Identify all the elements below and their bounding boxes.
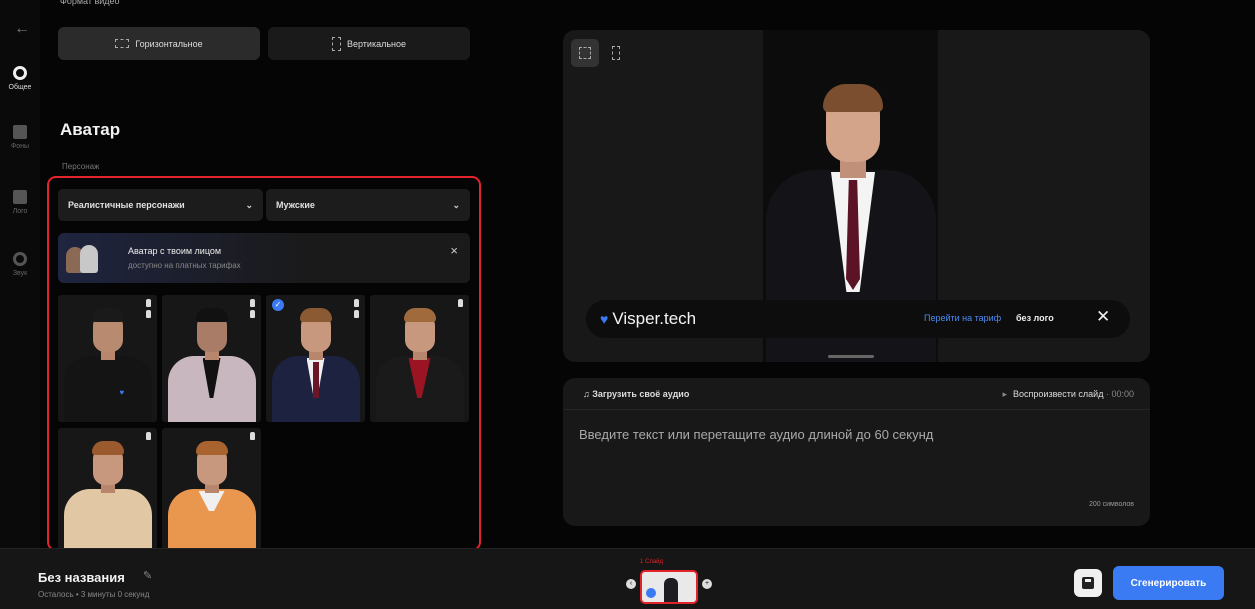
vertical-frame-icon	[331, 36, 341, 51]
play-icon: ▸	[1002, 389, 1008, 399]
slide-prev-icon[interactable]: ‹	[626, 579, 636, 589]
brand-logo: ♥ Visper.tech	[600, 309, 696, 329]
brand-logo-text: Visper.tech	[612, 309, 697, 328]
avatar-portrait	[374, 304, 466, 422]
custom-avatar-promo[interactable]: Аватар с твоим лицом доступно на платных…	[58, 233, 470, 283]
format-label: Формат видео	[60, 0, 120, 6]
avatar-portrait	[166, 304, 258, 422]
script-textarea[interactable]: Введите текст или перетащите аудио длино…	[579, 427, 933, 442]
gender-select[interactable]: Мужские ⌄	[266, 189, 470, 221]
avatar-card[interactable]: ♥	[58, 295, 157, 422]
rail-item-sound[interactable]: Звук	[0, 252, 40, 277]
slide-thumbnail[interactable]	[640, 570, 698, 604]
avatar-options-icon[interactable]	[146, 299, 151, 318]
character-label: Персонаж	[62, 162, 100, 171]
avatar-card[interactable]	[162, 428, 261, 555]
circle-dot-icon	[13, 66, 27, 80]
gender-value: Мужские	[276, 200, 315, 210]
avatar-card-selected[interactable]: ✓	[266, 295, 365, 422]
avatar-portrait	[270, 304, 362, 422]
avatar-card[interactable]	[58, 428, 157, 555]
script-toolbar: ♫ Загрузить своё аудио ▸ Воспроизвести сл…	[563, 378, 1150, 410]
vertical-format-label: Вертикальное	[346, 38, 407, 49]
chevron-down-icon: ⌄	[245, 199, 253, 210]
avatar-portrait	[62, 437, 154, 555]
promo-avatar-image	[66, 243, 100, 273]
rail-item-label: Общее	[8, 84, 32, 91]
add-slide-icon[interactable]: +	[702, 579, 712, 589]
bottom-bar: Без названия ✎ Осталось • 3 минуты 0 сек…	[0, 548, 1255, 609]
resize-handle[interactable]	[828, 355, 874, 358]
rail-item-general[interactable]: Общее	[0, 66, 40, 91]
chevron-down-icon: ⌄	[452, 199, 460, 210]
no-logo-text: без лого	[1016, 313, 1054, 323]
fullscreen-icon	[612, 46, 620, 60]
avatar-portrait	[166, 437, 258, 555]
play-slide-button[interactable]: ▸ Воспроизвести слайд · 00:00	[1003, 389, 1135, 400]
avatar-options-icon[interactable]	[250, 432, 255, 440]
music-note-icon: ♫	[583, 389, 593, 399]
character-counter: 200 символов	[1088, 501, 1134, 508]
rail-item-backgrounds[interactable]: Фоны	[0, 125, 40, 150]
character-type-value: Реалистичные персонажи	[68, 200, 185, 210]
avatar-options-icon[interactable]	[146, 432, 151, 440]
remaining-time: Осталось • 3 минуты 0 секунд	[38, 590, 150, 599]
rail-item-label: Звук	[12, 270, 28, 277]
slide-avatar-mini	[664, 578, 678, 602]
avatar-options-icon[interactable]	[458, 299, 463, 307]
avatar-options-icon[interactable]	[354, 299, 359, 318]
avatar-portrait: ♥	[62, 304, 154, 422]
image-icon	[13, 125, 27, 139]
save-button[interactable]	[1074, 569, 1102, 597]
selected-check-icon: ✓	[272, 299, 284, 311]
watermark-bar: ♥ Visper.tech Перейти на тариф без лого ✕	[586, 300, 1130, 338]
upload-audio-button[interactable]: ♫ Загрузить своё аудио	[583, 389, 689, 399]
avatar-options-icon[interactable]	[250, 299, 255, 318]
avatar-card[interactable]	[370, 295, 469, 422]
pencil-icon[interactable]: ✎	[143, 569, 152, 582]
fullscreen-button[interactable]	[609, 42, 623, 64]
horizontal-frame-icon	[115, 39, 130, 48]
promo-subtitle: доступно на платных тарифах	[128, 261, 241, 270]
layout-icon	[13, 190, 27, 204]
horizontal-format-button[interactable]: Горизонтальное	[58, 27, 260, 60]
rail-item-label: Фоны	[10, 143, 30, 150]
character-type-select[interactable]: Реалистичные персонажи ⌄	[58, 189, 263, 221]
rail-item-label: Лого	[12, 208, 28, 215]
horizontal-format-label: Горизонтальное	[135, 38, 203, 49]
go-to-tariff-link[interactable]: Перейти на тариф	[924, 313, 1001, 323]
upload-audio-label: Загрузить своё аудио	[592, 389, 690, 399]
slide-label: 1 Слайд	[640, 559, 664, 565]
slide-number-badge	[646, 588, 656, 598]
back-arrow-icon[interactable]: ←	[14, 20, 30, 38]
frame-icon	[579, 47, 591, 59]
play-slide-label: Воспроизвести слайд	[1013, 389, 1104, 399]
music-icon	[13, 252, 27, 266]
promo-close-icon[interactable]: ×	[450, 243, 458, 258]
avatar-card[interactable]	[162, 295, 261, 422]
avatar-section-title: Аватар	[60, 120, 121, 139]
vertical-format-button[interactable]: Вертикальное	[268, 27, 470, 60]
play-time: · 00:00	[1105, 389, 1134, 399]
promo-title: Аватар с твоим лицом	[128, 246, 222, 256]
close-icon[interactable]: ✕	[1096, 307, 1110, 327]
script-panel: ♫ Загрузить своё аудио ▸ Воспроизвести сл…	[563, 378, 1150, 526]
generate-button[interactable]: Сгенерировать	[1113, 566, 1224, 600]
project-title[interactable]: Без названия	[38, 570, 125, 585]
rail-item-logo[interactable]: Лого	[0, 190, 40, 215]
left-rail: ← Общее Фоны Лого Звук	[0, 0, 40, 548]
floppy-disk-icon	[1082, 577, 1094, 589]
heart-logo-icon: ♥	[600, 311, 609, 327]
fit-frame-button[interactable]	[571, 39, 599, 67]
